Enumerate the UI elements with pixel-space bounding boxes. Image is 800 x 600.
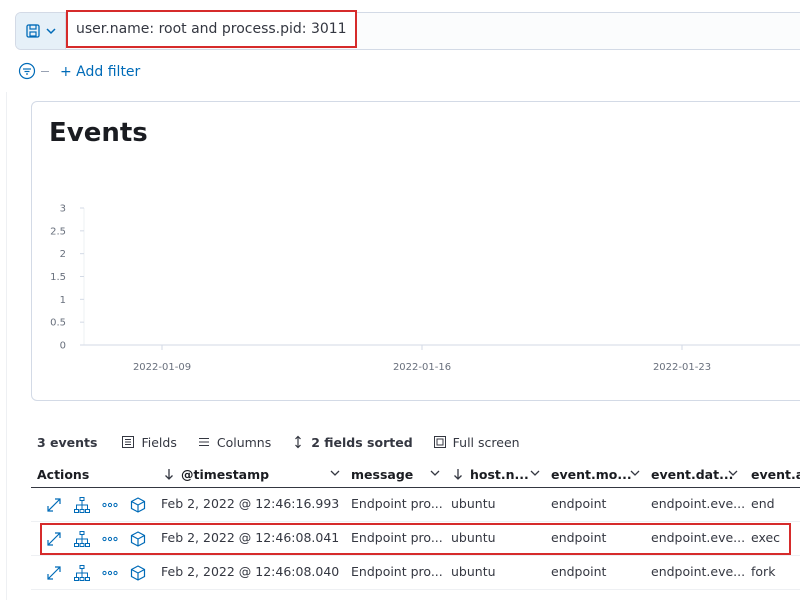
chevron-down-icon <box>630 470 640 476</box>
x-tick-label: 2022-01-23 <box>653 362 711 373</box>
save-icon <box>25 24 40 38</box>
y-tick-label: 0 <box>60 341 66 352</box>
column-header-message[interactable]: message <box>351 465 441 483</box>
cell-action: end <box>751 496 775 511</box>
column-header-host-name[interactable]: host.n... <box>452 465 542 483</box>
column-header-actions: Actions <box>37 466 90 482</box>
table-toolbar: 3 events Fields Columns 2 fields sorted … <box>37 432 540 452</box>
y-tick-label: 2.5 <box>50 226 66 237</box>
column-header-event-module[interactable]: event.mo... <box>551 465 641 483</box>
cell-dataset: endpoint.eve... <box>651 496 746 511</box>
analyze-event-icon[interactable] <box>129 564 147 582</box>
x-tick-label: 2022-01-09 <box>133 362 191 373</box>
query-text: user.name: root and process.pid: 3011 <box>76 21 347 37</box>
analyze-event-icon[interactable] <box>129 496 147 514</box>
y-tick-label: 1.5 <box>50 272 66 283</box>
cell-host: ubuntu <box>451 496 496 511</box>
chevron-down-icon <box>45 28 56 35</box>
fields-button[interactable]: Fields <box>121 434 177 450</box>
cell-module: endpoint <box>551 564 607 579</box>
y-tick-label: 3 <box>60 204 66 215</box>
y-tick-label: 2 <box>60 249 66 260</box>
more-actions-icon[interactable] <box>101 496 119 514</box>
sort-fields-button[interactable]: 2 fields sorted <box>291 434 413 450</box>
cell-dataset: endpoint.eve... <box>651 564 746 579</box>
full-screen-button[interactable]: Full screen <box>433 435 520 450</box>
chevron-down-icon <box>330 470 340 476</box>
column-header-event-action[interactable]: event.ac <box>751 465 800 483</box>
cell-timestamp: Feb 2, 2022 @ 12:46:08.040 <box>161 564 340 579</box>
fields-label: Fields <box>141 434 177 450</box>
selected-row-highlight <box>40 523 791 555</box>
sort-icon <box>295 435 302 449</box>
fullscreen-icon <box>433 436 446 448</box>
fullscreen-label: Full screen <box>452 434 520 450</box>
chevron-down-icon <box>530 470 540 476</box>
sort-down-icon <box>165 469 173 480</box>
process-tree-icon[interactable] <box>73 496 91 514</box>
expand-icon[interactable] <box>45 496 63 514</box>
cell-timestamp: Feb 2, 2022 @ 12:46:16.993 <box>161 496 340 511</box>
query-input[interactable]: user.name: root and process.pid: 3011 <box>66 10 357 48</box>
y-tick-label: 1 <box>60 295 66 306</box>
event-count: 3 events <box>37 434 98 450</box>
table-row[interactable]: Feb 2, 2022 @ 12:46:16.993 Endpoint pro.… <box>31 488 800 522</box>
filter-divider <box>41 71 49 72</box>
x-tick-label: 2022-01-16 <box>393 362 451 373</box>
process-tree-icon[interactable] <box>73 564 91 582</box>
column-header-event-dataset[interactable]: event.dat... <box>651 465 741 483</box>
columns-icon <box>198 438 209 446</box>
saved-query-button[interactable] <box>16 13 66 49</box>
expand-icon[interactable] <box>45 564 63 582</box>
row-actions <box>45 496 147 514</box>
events-panel: Events 3 2.5 2 1.5 1 0.5 0 2022-01-09 2022-01-1… <box>31 101 800 401</box>
list-icon <box>122 436 135 448</box>
sort-down-icon <box>454 469 462 480</box>
columns-button[interactable]: Columns <box>197 435 271 450</box>
columns-label: Columns <box>216 434 272 450</box>
cell-action: fork <box>751 564 776 579</box>
cell-host: ubuntu <box>451 564 496 579</box>
table-row[interactable]: Feb 2, 2022 @ 12:46:08.040 Endpoint pro.… <box>31 556 800 590</box>
add-filter-button[interactable]: + Add filter <box>60 64 140 80</box>
column-header-timestamp[interactable]: @timestamp <box>163 465 341 483</box>
row-actions <box>45 564 147 582</box>
chevron-down-icon <box>430 470 440 476</box>
cell-message: Endpoint pro... <box>351 496 443 511</box>
cell-message: Endpoint pro... <box>351 564 443 579</box>
events-histogram: 3 2.5 2 1.5 1 0.5 0 2022-01-09 2022-01-16 2022-0… <box>50 204 800 373</box>
query-bar: user.name: root and process.pid: 3011 <box>15 10 800 50</box>
cell-module: endpoint <box>551 496 607 511</box>
y-tick-label: 0.5 <box>50 318 66 329</box>
chevron-down-icon <box>728 470 738 476</box>
more-actions-icon[interactable] <box>101 564 119 582</box>
filter-icon[interactable] <box>18 62 36 80</box>
table-header: Actions @timestamp message host.n... eve… <box>31 460 800 488</box>
sorted-label: 2 fields sorted <box>311 434 413 450</box>
page-left-border <box>6 92 7 600</box>
